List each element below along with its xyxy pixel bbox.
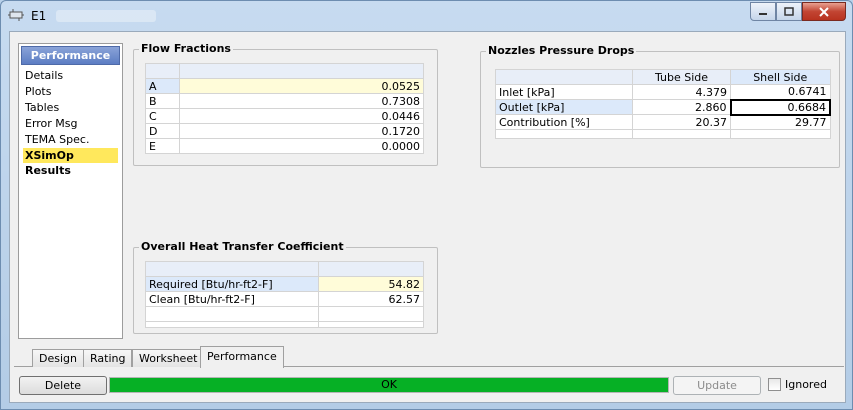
title-bar[interactable]: E1 — [1, 1, 852, 31]
window-controls — [750, 2, 846, 21]
heat-exchanger-window: E1 Performance Details Plots Tables Erro… — [0, 0, 853, 410]
sidebar-item-tema-spec[interactable]: TEMA Spec. — [23, 132, 89, 147]
maximize-button[interactable] — [776, 2, 802, 21]
tab-performance[interactable]: Performance — [200, 346, 284, 368]
flow-fractions-table: A 0.0525 B 0.7308 C 0.0446 D 0.1720 E 0.… — [145, 63, 424, 154]
ignored-label: Ignored — [785, 378, 827, 391]
flow-fractions-group: Flow Fractions A 0.0525 B 0.7308 C 0.044… — [133, 42, 438, 166]
value-column-header — [318, 261, 424, 277]
table-row: B 0.7308 — [145, 93, 424, 109]
delete-button[interactable]: Delete — [19, 376, 107, 395]
clean-u-value[interactable]: 62.57 — [318, 291, 424, 307]
row-label: A — [145, 78, 180, 94]
sidebar-header[interactable]: Performance — [21, 46, 120, 65]
update-button[interactable]: Update — [673, 376, 761, 395]
sidebar-item-plots[interactable]: Plots — [23, 84, 51, 99]
heat-transfer-group: Overall Heat Transfer Coefficient Requir… — [133, 240, 438, 334]
row-label: Inlet [kPa] — [495, 84, 633, 100]
tab-rating[interactable]: Rating — [83, 349, 133, 367]
minimize-icon — [759, 12, 767, 15]
value-column-header — [179, 63, 424, 79]
corner-cell — [145, 261, 319, 277]
row-label: C — [145, 108, 180, 124]
title-blur-region — [56, 10, 156, 22]
heat-transfer-table: Required [Btu/hr-ft2-F] 54.82 Clean [Btu… — [145, 261, 424, 328]
performance-sidebar: Performance Details Plots Tables Error M… — [18, 43, 123, 339]
tab-design[interactable]: Design — [32, 349, 84, 367]
ignored-checkbox[interactable] — [768, 378, 781, 391]
row-label: D — [145, 123, 180, 139]
flow-fraction-b[interactable]: 0.7308 — [179, 93, 424, 109]
sidebar-item-error-msg[interactable]: Error Msg — [23, 116, 78, 131]
empty-cell — [495, 129, 633, 139]
empty-cell — [632, 129, 731, 139]
empty-cell — [730, 129, 831, 139]
tube-side-header: Tube Side — [632, 69, 731, 85]
table-row: Outlet [kPa] 2.860 0.6684 — [495, 98, 831, 116]
window-title: E1 — [31, 9, 47, 23]
empty-cell — [145, 321, 319, 328]
required-u-value[interactable]: 54.82 — [318, 276, 424, 292]
sidebar-item-tables[interactable]: Tables — [23, 100, 59, 115]
heat-transfer-title: Overall Heat Transfer Coefficient — [139, 240, 346, 253]
maximize-icon — [784, 6, 794, 16]
contribution-shell-value[interactable]: 29.77 — [730, 114, 831, 130]
table-row: E 0.0000 — [145, 138, 424, 154]
contribution-tube-value[interactable]: 20.37 — [632, 114, 731, 130]
inlet-shell-value[interactable]: 0.6741 — [730, 84, 831, 100]
table-row — [145, 321, 424, 328]
row-label: Outlet [kPa] — [495, 99, 633, 115]
row-label: E — [145, 138, 180, 154]
row-label: Required [Btu/hr-ft2-F] — [145, 276, 319, 292]
corner-cell — [495, 69, 633, 85]
table-row — [145, 306, 424, 322]
shell-side-header: Shell Side — [730, 69, 831, 85]
nozzles-pressure-drops-group: Nozzles Pressure Drops Tube Side Shell S… — [480, 44, 840, 168]
table-row: Clean [Btu/hr-ft2-F] 62.57 — [145, 291, 424, 307]
table-row: Required [Btu/hr-ft2-F] 54.82 — [145, 276, 424, 292]
client-area: Performance Details Plots Tables Error M… — [9, 31, 846, 403]
tab-worksheet[interactable]: Worksheet — [132, 349, 205, 367]
heat-exchanger-icon — [8, 8, 24, 22]
sidebar-item-xsimop-results[interactable]: XSimOp Results — [23, 148, 118, 177]
table-row: D 0.1720 — [145, 123, 424, 139]
outlet-shell-value[interactable]: 0.6684 — [729, 98, 831, 116]
table-row: Inlet [kPa] 4.379 0.6741 — [495, 84, 831, 100]
empty-cell — [145, 306, 319, 322]
flow-fraction-e[interactable]: 0.0000 — [179, 138, 424, 154]
table-header-row: Tube Side Shell Side — [495, 69, 831, 85]
outlet-tube-value[interactable]: 2.860 — [632, 99, 731, 115]
flow-fraction-c[interactable]: 0.0446 — [179, 108, 424, 124]
table-row — [495, 129, 831, 139]
close-icon — [819, 6, 829, 17]
table-header-row — [145, 261, 424, 277]
flow-fractions-title: Flow Fractions — [139, 42, 233, 55]
row-label: Contribution [%] — [495, 114, 633, 130]
inlet-tube-value[interactable]: 4.379 — [632, 84, 731, 100]
row-label: B — [145, 93, 180, 109]
nozzles-table: Tube Side Shell Side Inlet [kPa] 4.379 0… — [495, 69, 831, 139]
table-row: Contribution [%] 20.37 29.77 — [495, 114, 831, 130]
flow-fraction-d[interactable]: 0.1720 — [179, 123, 424, 139]
nozzles-title: Nozzles Pressure Drops — [486, 44, 637, 57]
minimize-button[interactable] — [750, 2, 776, 21]
flow-fraction-a[interactable]: 0.0525 — [179, 78, 424, 94]
sidebar-item-details[interactable]: Details — [23, 68, 63, 83]
table-header-row — [145, 63, 424, 79]
empty-cell — [318, 306, 424, 322]
corner-cell — [145, 63, 180, 79]
tab-bar: Design Rating Worksheet Performance — [14, 345, 844, 368]
status-bar: OK — [109, 377, 669, 393]
empty-cell — [318, 321, 424, 328]
close-button[interactable] — [802, 2, 846, 21]
table-row: A 0.0525 — [145, 78, 424, 94]
row-label: Clean [Btu/hr-ft2-F] — [145, 291, 319, 307]
table-row: C 0.0446 — [145, 108, 424, 124]
